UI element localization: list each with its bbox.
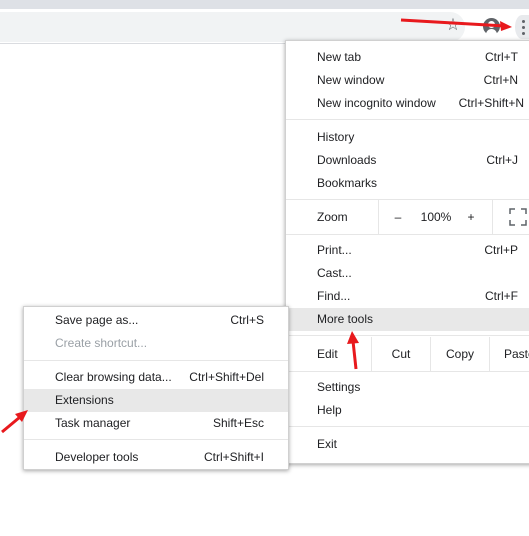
menu-item-label: Help bbox=[317, 403, 342, 417]
menu-item-developer-tools[interactable]: Developer tools Ctrl+Shift+I bbox=[24, 446, 288, 469]
menu-item-label: New incognito window bbox=[317, 96, 436, 110]
shortcut-label: Ctrl+S bbox=[230, 313, 264, 327]
menu-item-create-shortcut: Create shortcut... bbox=[24, 332, 288, 355]
menu-item-exit[interactable]: Exit bbox=[286, 433, 529, 456]
zoom-in-button[interactable]: + bbox=[461, 200, 481, 234]
menu-item-label: New window bbox=[317, 73, 385, 87]
more-tools-submenu: Save page as... Ctrl+S Create shortcut..… bbox=[23, 306, 289, 470]
menu-item-label: More tools bbox=[317, 312, 374, 326]
menu-item-new-window[interactable]: New window Ctrl+N bbox=[286, 69, 529, 92]
cut-button[interactable]: Cut bbox=[372, 337, 430, 371]
menu-item-label: Create shortcut... bbox=[55, 336, 148, 350]
menu-item-cast[interactable]: Cast... bbox=[286, 262, 529, 285]
menu-item-label: Print... bbox=[317, 243, 352, 257]
shortcut-label: Shift+Esc bbox=[212, 416, 264, 430]
menu-separator bbox=[286, 335, 529, 336]
menu-separator bbox=[286, 426, 529, 427]
star-outline-icon[interactable]: ☆ bbox=[443, 14, 463, 36]
copy-button[interactable]: Copy bbox=[431, 337, 489, 371]
menu-item-print[interactable]: Print... Ctrl+P bbox=[286, 239, 529, 262]
shortcut-label: Ctrl+F bbox=[485, 289, 518, 303]
zoom-label: Zoom bbox=[317, 210, 348, 224]
divider bbox=[492, 200, 493, 234]
address-bar[interactable] bbox=[0, 12, 465, 42]
zoom-row: Zoom – 100% + bbox=[286, 200, 529, 234]
zoom-level: 100% bbox=[420, 210, 452, 224]
menu-item-label: Extensions bbox=[55, 393, 114, 407]
account-circle-icon[interactable] bbox=[483, 18, 500, 35]
menu-item-label: History bbox=[317, 130, 355, 144]
menu-item-label: Save page as... bbox=[55, 313, 139, 327]
menu-item-label: Bookmarks bbox=[317, 176, 378, 190]
menu-separator bbox=[286, 234, 529, 235]
menu-item-label: Task manager bbox=[55, 416, 131, 430]
menu-item-extensions[interactable]: Extensions bbox=[24, 389, 288, 412]
shortcut-label: Ctrl+Shift+Del bbox=[189, 370, 264, 384]
menu-item-more-tools[interactable]: More tools bbox=[286, 308, 529, 331]
shortcut-label: Ctrl+Shift+N bbox=[458, 96, 524, 110]
menu-item-downloads[interactable]: Downloads Ctrl+J bbox=[286, 149, 529, 172]
menu-item-task-manager[interactable]: Task manager Shift+Esc bbox=[24, 412, 288, 435]
menu-separator bbox=[286, 371, 529, 372]
shortcut-label: Ctrl+J bbox=[486, 153, 518, 167]
menu-item-help[interactable]: Help bbox=[286, 399, 529, 422]
menu-item-label: Exit bbox=[317, 437, 338, 451]
menu-item-new-tab[interactable]: New tab Ctrl+T bbox=[286, 46, 529, 69]
shortcut-label: Ctrl+N bbox=[483, 73, 518, 87]
more-vertical-icon[interactable] bbox=[515, 15, 529, 39]
zoom-out-button[interactable]: – bbox=[388, 200, 408, 234]
paste-button[interactable]: Paste bbox=[490, 337, 529, 371]
menu-item-label: New tab bbox=[317, 50, 362, 64]
edit-row: Edit Cut Copy Paste bbox=[286, 337, 529, 371]
chrome-main-menu: New tab Ctrl+T New window Ctrl+N New inc… bbox=[285, 40, 529, 464]
shortcut-label: Ctrl+P bbox=[484, 243, 518, 257]
menu-item-settings[interactable]: Settings bbox=[286, 376, 529, 399]
menu-item-label: Developer tools bbox=[55, 450, 139, 464]
menu-item-find[interactable]: Find... Ctrl+F bbox=[286, 285, 529, 308]
shortcut-label: Ctrl+T bbox=[485, 50, 518, 64]
menu-item-label: Settings bbox=[317, 380, 361, 394]
menu-item-label: Cast... bbox=[317, 266, 352, 280]
menu-item-label: Clear browsing data... bbox=[55, 370, 172, 384]
tab-strip bbox=[0, 0, 529, 9]
menu-item-save-page[interactable]: Save page as... Ctrl+S bbox=[24, 309, 288, 332]
menu-item-label: Downloads bbox=[317, 153, 377, 167]
menu-item-history[interactable]: History bbox=[286, 126, 529, 149]
menu-item-clear-browsing-data[interactable]: Clear browsing data... Ctrl+Shift+Del bbox=[24, 366, 288, 389]
menu-separator bbox=[286, 119, 529, 120]
divider bbox=[378, 200, 379, 234]
menu-item-label: Find... bbox=[317, 289, 351, 303]
menu-separator bbox=[24, 360, 288, 361]
edit-label: Edit bbox=[317, 347, 338, 361]
menu-separator bbox=[24, 439, 288, 440]
menu-item-bookmarks[interactable]: Bookmarks bbox=[286, 172, 529, 195]
shortcut-label: Ctrl+Shift+I bbox=[203, 450, 264, 464]
menu-item-new-incognito[interactable]: New incognito window Ctrl+Shift+N bbox=[286, 92, 529, 115]
